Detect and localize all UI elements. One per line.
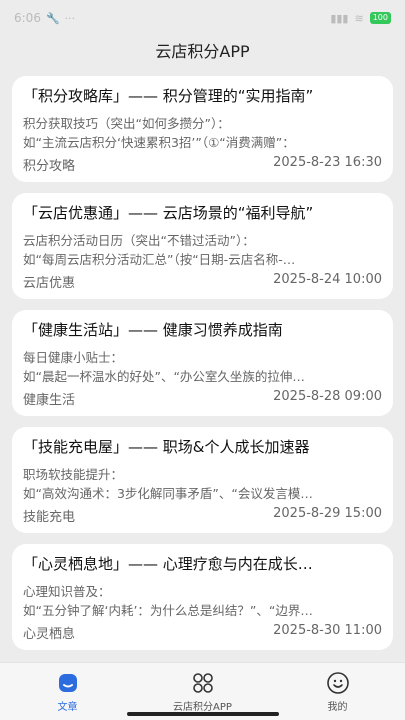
article-category: 积分攻略 (23, 159, 76, 174)
wifi-icon: ≋ (354, 11, 364, 25)
article-card[interactable]: 「健康生活站」—— 健康习惯养成指南 每日健康小贴士： 如“晨起一杯温水的好处”… (12, 310, 393, 416)
article-title: 「云店优惠通」—— 云店场景的“福利导航” (23, 204, 314, 222)
article-summary-line: 如“五分钟了解‘内耗’：为什么总是纠结？”、“边界… (23, 603, 313, 618)
article-title: 「积分攻略库」—— 积分管理的“实用指南” (23, 87, 314, 105)
article-icon (58, 674, 77, 692)
status-time: 6:06 (14, 11, 41, 25)
battery-icon: 100 (369, 12, 391, 24)
article-date: 2025-8-24 10:00 (273, 272, 382, 287)
tab-mine[interactable]: 我的 (270, 663, 405, 720)
home-indicator[interactable] (127, 712, 279, 716)
smile-icon (326, 672, 349, 694)
wrench-icon: 🔧 (45, 11, 60, 25)
grid-icon (192, 673, 213, 693)
tab-label: 我的 (327, 702, 348, 713)
article-card[interactable]: 「心灵栖息地」—— 心理疗愈与内在成长… 心理知识普及： 如“五分钟了解‘内耗’… (12, 544, 393, 650)
article-summary-line: 云店积分活动日历（突出“不错过活动”）： (23, 233, 255, 248)
article-list: 「积分攻略库」—— 积分管理的“实用指南” 积分获取技巧（突出“如何多攒分”）：… (12, 76, 393, 661)
article-date: 2025-8-23 16:30 (273, 155, 382, 170)
article-category: 健康生活 (23, 393, 76, 408)
tab-label: 文章 (57, 702, 78, 713)
more-icon: ··· (64, 11, 76, 25)
article-card[interactable]: 「积分攻略库」—— 积分管理的“实用指南” 积分获取技巧（突出“如何多攒分”）：… (12, 76, 393, 182)
article-date: 2025-8-30 11:00 (273, 623, 382, 638)
article-title: 「心灵栖息地」—— 心理疗愈与内在成长… (23, 555, 313, 573)
article-date: 2025-8-29 15:00 (273, 506, 382, 521)
article-summary-line: 如“晨起一杯温水的好处”、“办公室久坐族的拉伸… (23, 369, 305, 384)
article-category: 心灵栖息 (23, 627, 76, 642)
article-summary-line: 如“主流云店积分‘快速累积3招’”（①“消费满赠”： (23, 135, 295, 150)
status-bar: 6:06 🔧 ··· ▮▮▮ ≋ 100 (0, 0, 405, 36)
article-category: 技能充电 (23, 510, 76, 525)
article-summary-line: 心理知识普及： (23, 584, 111, 599)
article-summary-line: 积分获取技巧（突出“如何多攒分”）： (23, 116, 230, 131)
article-summary-line: 每日健康小贴士： (23, 350, 124, 365)
page-title: 云店积分APP (155, 42, 250, 61)
article-summary-line: 如“每周云店积分活动汇总”（按“日期-云店名称-… (23, 252, 296, 267)
article-summary-line: 如“高效沟通术：3步化解同事矛盾”、“会议发言模… (23, 486, 313, 501)
tab-label: 云店积分APP (173, 702, 232, 713)
article-title: 「技能充电屋」—— 职场&个人成长加速器 (23, 438, 310, 456)
tab-articles[interactable]: 文章 (0, 663, 135, 720)
article-date: 2025-8-28 09:00 (273, 389, 382, 404)
article-card[interactable]: 「技能充电屋」—— 职场&个人成长加速器 职场软技能提升： 如“高效沟通术：3步… (12, 427, 393, 533)
article-card[interactable]: 「云店优惠通」—— 云店场景的“福利导航” 云店积分活动日历（突出“不错过活动”… (12, 193, 393, 299)
article-category: 云店优惠 (23, 276, 76, 291)
article-summary-line: 职场软技能提升： (23, 467, 124, 482)
article-title: 「健康生活站」—— 健康习惯养成指南 (23, 321, 283, 339)
signal-icon: ▮▮▮ (330, 11, 349, 25)
